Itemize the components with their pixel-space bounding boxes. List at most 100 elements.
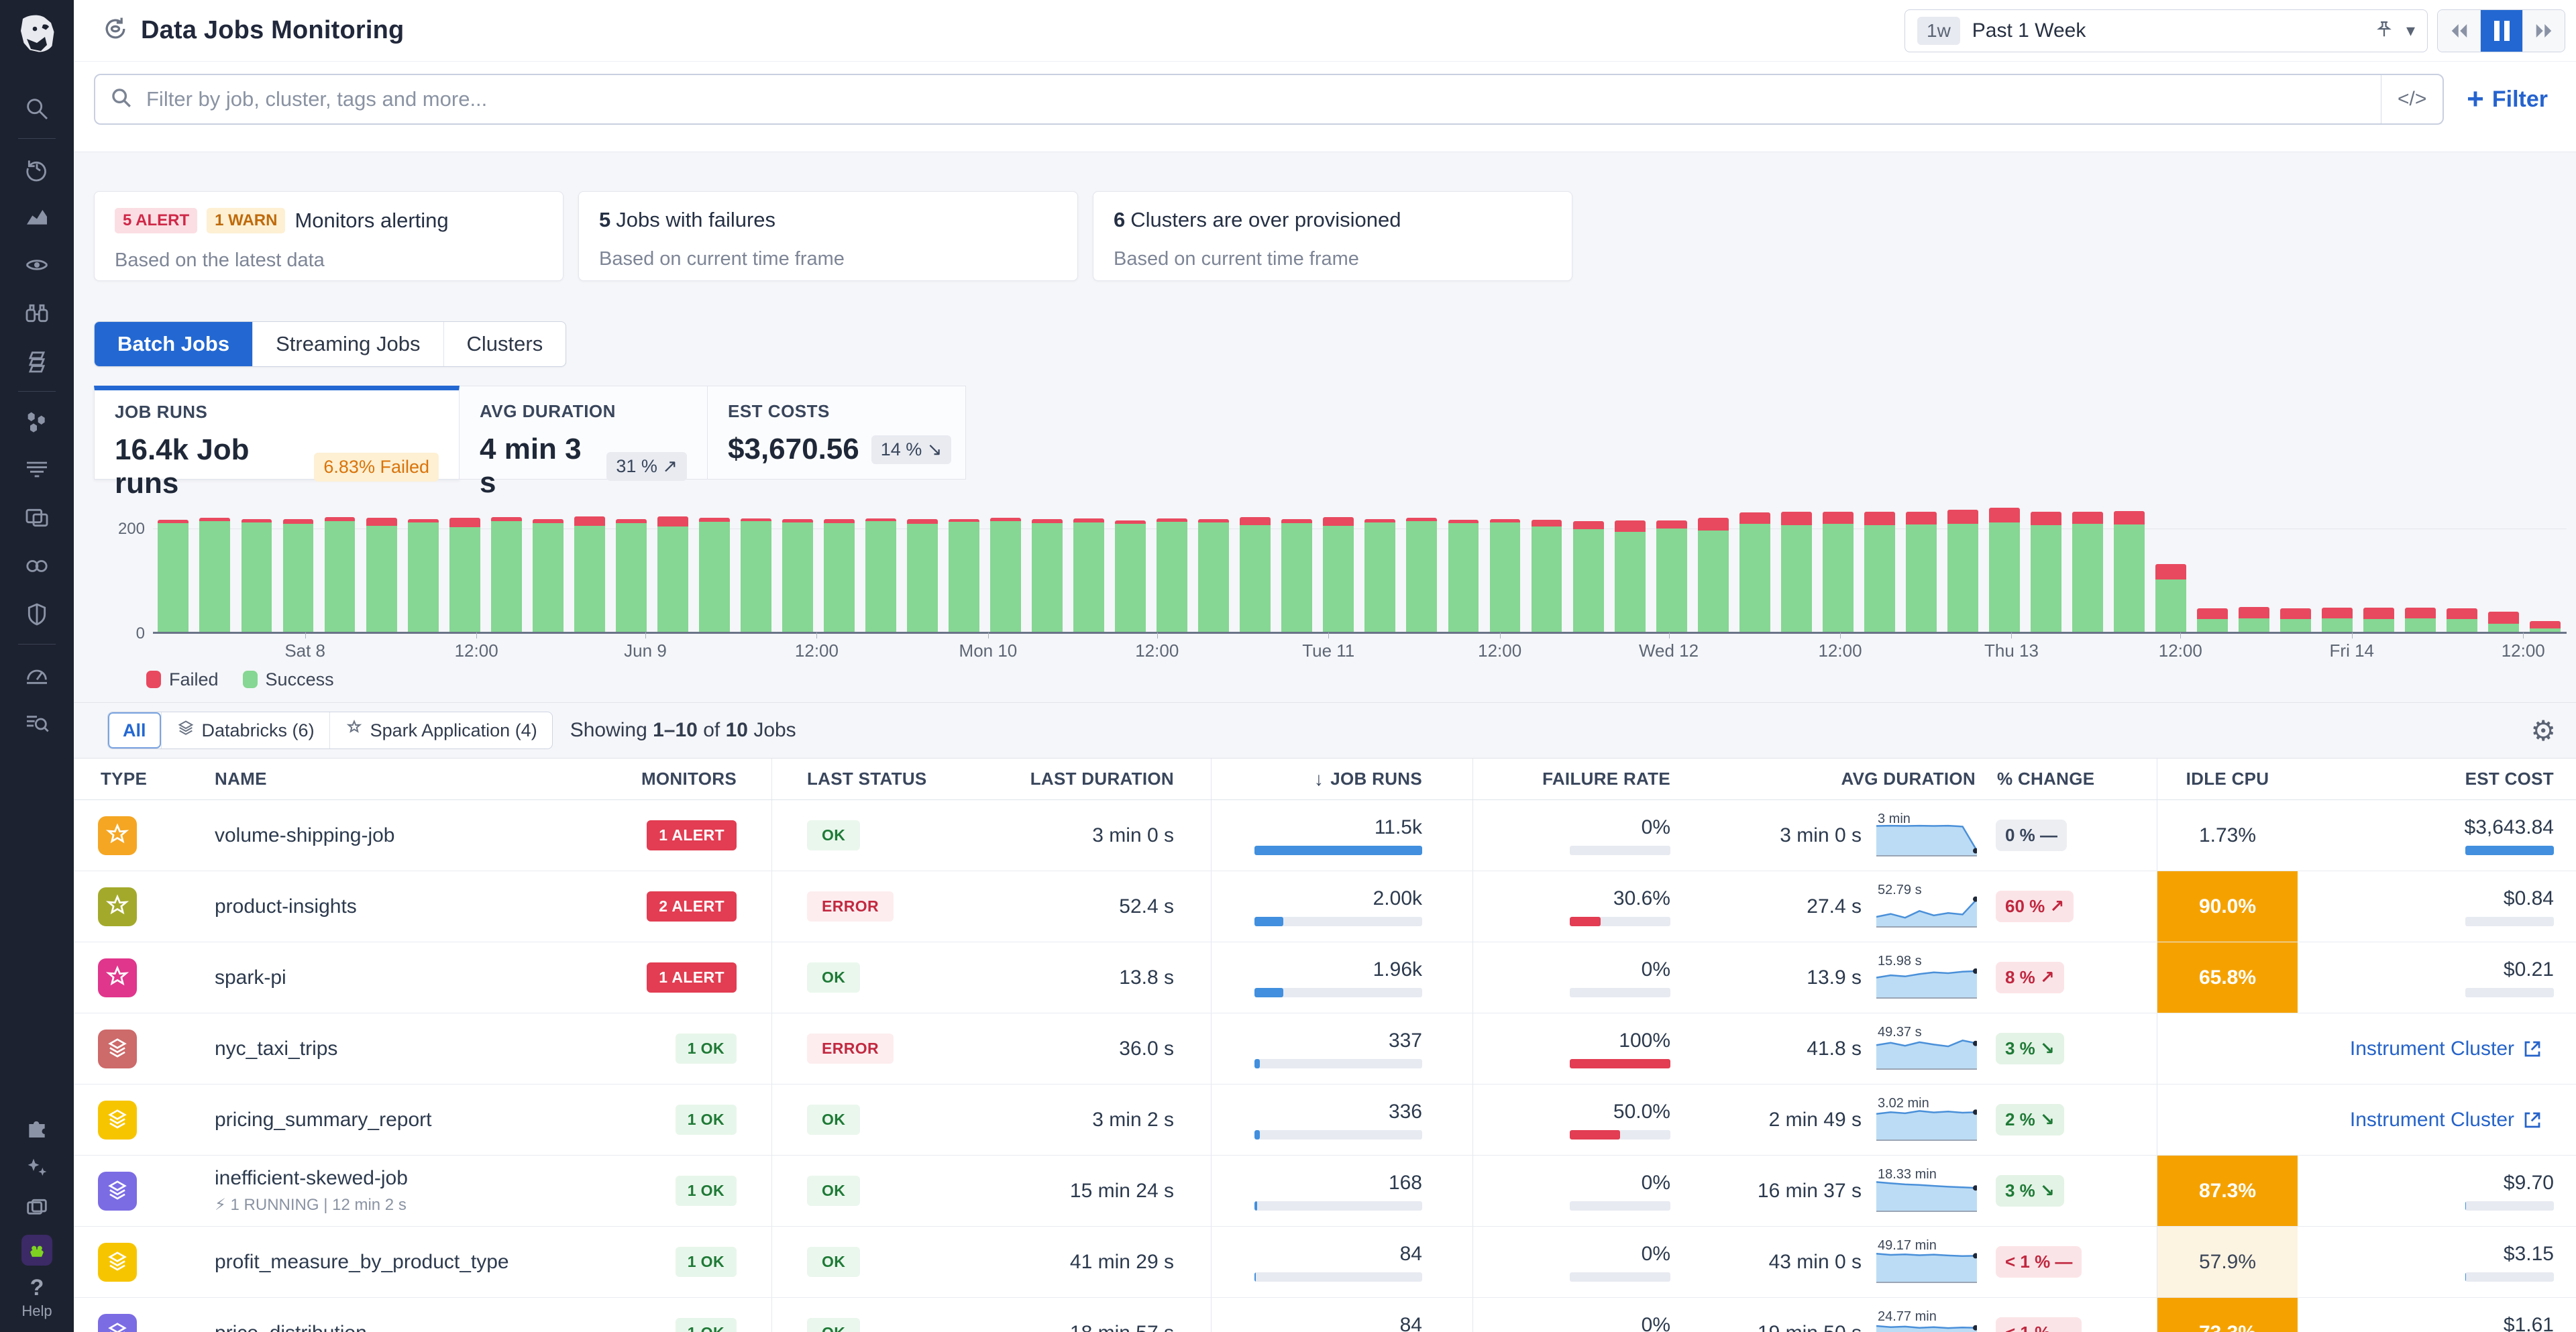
chart-bar[interactable] <box>2405 608 2436 632</box>
legend-success[interactable]: Success <box>243 669 334 690</box>
service-map-icon[interactable] <box>0 397 74 445</box>
chart-bar[interactable] <box>990 518 1021 632</box>
chart-bar[interactable] <box>1240 517 1271 632</box>
chart-bar[interactable] <box>1198 519 1229 632</box>
monitors-alerting-card[interactable]: 5 ALERT 1 WARN Monitors alerting Based o… <box>94 191 564 281</box>
pin-icon[interactable] <box>2374 19 2394 42</box>
chart-bar[interactable] <box>1490 519 1521 632</box>
chart-bar[interactable] <box>491 517 522 632</box>
chart-bar[interactable] <box>2488 612 2519 632</box>
watchdog-icon[interactable] <box>0 241 74 289</box>
pause-button[interactable] <box>2480 10 2522 52</box>
table-settings-gear-icon[interactable]: ⚙ <box>2530 714 2556 747</box>
table-row[interactable]: volume-shipping-job1 ALERTOK3 min 0 s11.… <box>74 800 2576 871</box>
tab-batch-jobs[interactable]: Batch Jobs <box>95 322 252 366</box>
integrations-puzzle-icon[interactable] <box>0 1107 74 1148</box>
ci-pipelines-icon[interactable] <box>0 542 74 590</box>
more-apps-icon[interactable] <box>0 1188 74 1228</box>
column-header-idle-cpu[interactable]: IDLE CPU <box>2157 759 2298 799</box>
over-provisioned-clusters-card[interactable]: 6 Clusters are over provisioned Based on… <box>1093 191 1572 281</box>
job-name-link[interactable]: spark-pi <box>215 966 286 989</box>
job-name-link[interactable]: profit_measure_by_product_type <box>215 1251 509 1274</box>
kpi-est-costs[interactable]: EST COSTS $3,670.56 14 % ↘ <box>708 386 966 480</box>
chart-bar[interactable] <box>1906 512 1937 632</box>
chart-bar[interactable] <box>907 519 938 632</box>
chart-bar[interactable] <box>2280 608 2311 632</box>
monitors-badge[interactable]: 2 ALERT <box>647 891 737 922</box>
chart-bar[interactable] <box>949 519 979 632</box>
chart-bar[interactable] <box>1406 518 1437 632</box>
monitors-badge[interactable]: 1 OK <box>676 1247 737 1277</box>
chart-bar[interactable] <box>1947 510 1978 632</box>
add-filter-button[interactable]: + Filter <box>2467 87 2556 113</box>
chart-bar[interactable] <box>699 518 730 632</box>
filter-pill-databricks-6-[interactable]: Databricks (6) <box>161 712 329 748</box>
monitors-badge[interactable]: 1 ALERT <box>647 820 737 850</box>
dashboards-gauge-icon[interactable] <box>0 650 74 698</box>
skip-backward-button[interactable] <box>2438 10 2480 52</box>
job-name-link[interactable]: product-insights <box>215 895 357 918</box>
chevron-down-icon[interactable]: ▾ <box>2406 20 2415 41</box>
notebooks-search-icon[interactable] <box>0 698 74 746</box>
column-header-last-duration[interactable]: LAST DURATION <box>943 759 1211 799</box>
ai-sparkles-icon[interactable] <box>0 1148 74 1188</box>
chart-bar[interactable] <box>782 519 813 632</box>
column-header-monitors[interactable]: MONITORS <box>584 759 771 799</box>
chart-bar[interactable] <box>1698 518 1729 632</box>
apm-binoculars-icon[interactable] <box>0 289 74 337</box>
chart-bar[interactable] <box>533 519 564 632</box>
logs-icon[interactable] <box>0 445 74 494</box>
chart-bar[interactable] <box>1823 512 1854 632</box>
infrastructure-icon[interactable] <box>0 337 74 386</box>
chart-bar[interactable] <box>2031 512 2061 632</box>
job-name-link[interactable]: inefficient-skewed-job <box>215 1167 408 1190</box>
chart-bar[interactable] <box>1281 519 1312 632</box>
column-header-type[interactable]: TYPE <box>74 759 168 799</box>
chart-bar[interactable] <box>2447 608 2477 632</box>
chart-bar[interactable] <box>158 520 189 632</box>
chart-bar[interactable] <box>616 519 647 632</box>
rum-icon[interactable] <box>0 494 74 542</box>
search-icon[interactable] <box>0 85 74 133</box>
chart-bar[interactable] <box>283 519 314 632</box>
kpi-avg-duration[interactable]: AVG DURATION 4 min 3 s 31 % ↗ <box>460 386 708 480</box>
chart-bar[interactable] <box>449 518 480 632</box>
monitors-badge[interactable]: 1 OK <box>676 1176 737 1206</box>
column-header-avg-duration[interactable]: AVG DURATION <box>1687 759 1982 799</box>
filter-pill-all[interactable]: All <box>108 712 161 748</box>
chart-bar[interactable] <box>1573 521 1604 632</box>
history-icon[interactable] <box>0 144 74 192</box>
chart-bar[interactable] <box>2072 512 2103 632</box>
job-name-link[interactable]: pricing_summary_report <box>215 1109 431 1131</box>
skip-forward-button[interactable] <box>2522 10 2565 52</box>
chart-bar[interactable] <box>2530 621 2561 632</box>
chart-bar[interactable] <box>199 518 230 632</box>
job-name-link[interactable]: price_distribution <box>215 1322 367 1332</box>
filter-search-bar[interactable]: </> <box>94 74 2444 125</box>
chart-bar[interactable] <box>1739 512 1770 632</box>
monitors-badge[interactable]: 1 OK <box>676 1105 737 1135</box>
column-header-job-runs[interactable]: ↓JOB RUNS <box>1211 759 1472 799</box>
chart-bar[interactable] <box>1032 519 1063 632</box>
table-row[interactable]: spark-pi1 ALERTOK13.8 s1.96k0%13.9 s15.9… <box>74 942 2576 1013</box>
chart-bar[interactable] <box>1115 520 1146 632</box>
chart-bar[interactable] <box>1656 520 1687 632</box>
chart-bar[interactable] <box>1364 519 1395 632</box>
datadog-logo[interactable] <box>0 0 74 74</box>
table-row[interactable]: product-insights2 ALERTERROR52.4 s2.00k3… <box>74 871 2576 942</box>
metrics-icon[interactable] <box>0 192 74 241</box>
security-icon[interactable] <box>0 590 74 639</box>
chart-bar[interactable] <box>366 518 397 632</box>
jobs-with-failures-card[interactable]: 5 Jobs with failures Based on current ti… <box>578 191 1078 281</box>
chart-bar[interactable] <box>1157 518 1187 632</box>
table-row[interactable]: price_distribution1 OKOK18 min 57 s840%1… <box>74 1298 2576 1332</box>
chart-bar[interactable] <box>2114 511 2145 632</box>
query-syntax-toggle[interactable]: </> <box>2381 75 2443 123</box>
column-header--change[interactable]: % CHANGE <box>1982 759 2157 799</box>
chart-bar[interactable] <box>741 518 771 632</box>
monitors-badge[interactable]: 1 OK <box>676 1034 737 1064</box>
help-icon[interactable]: ? <box>30 1275 44 1301</box>
chart-bar[interactable] <box>2239 607 2269 632</box>
column-header-est-cost[interactable]: EST COST <box>2298 759 2569 799</box>
time-range-picker[interactable]: 1w Past 1 Week ▾ <box>1904 9 2428 52</box>
